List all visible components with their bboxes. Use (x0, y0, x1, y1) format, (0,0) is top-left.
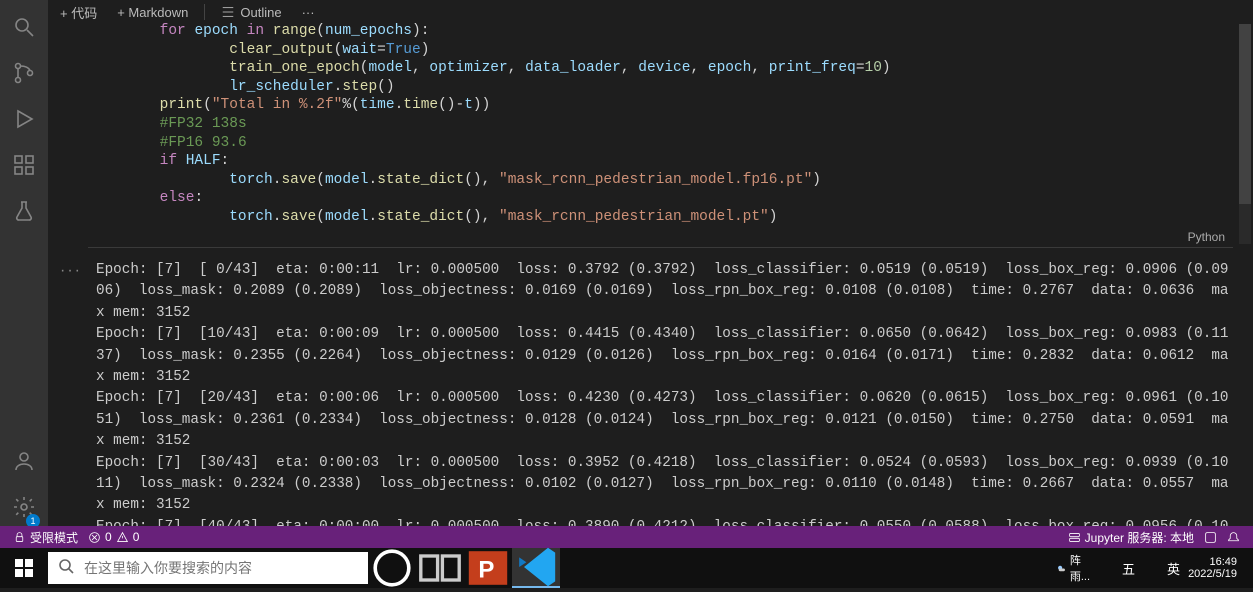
vertical-scrollbar[interactable] (1239, 24, 1251, 244)
settings-gear-icon[interactable]: 1 (0, 484, 48, 530)
code-cell[interactable]: for epoch in range(num_epochs): clear_ou… (90, 22, 1231, 248)
jupyter-server-button[interactable]: Jupyter 服务器: 本地 (1063, 529, 1199, 546)
ime-indicator-2[interactable]: 英 (1167, 559, 1180, 578)
start-button[interactable] (0, 548, 48, 588)
taskbar-search[interactable] (48, 552, 368, 584)
task-view-icon[interactable] (416, 548, 464, 588)
vscode-icon[interactable] (512, 548, 560, 588)
toolbar-separator (204, 4, 205, 20)
cortana-icon[interactable] (368, 548, 416, 588)
add-code-button[interactable]: + 代码 (56, 3, 101, 22)
cell-divider (88, 247, 1233, 248)
restricted-mode-button[interactable]: 受限模式 (8, 529, 83, 546)
search-icon[interactable] (0, 4, 48, 50)
toolbar-more-button[interactable]: ··· (298, 5, 319, 20)
beaker-icon[interactable] (0, 188, 48, 234)
status-bar: 受限模式 0 0 Jupyter 服务器: 本地 (0, 526, 1253, 548)
activity-bar: 1 (0, 0, 48, 530)
add-markdown-button[interactable]: + Markdown (113, 5, 192, 20)
source-control-icon[interactable] (0, 50, 48, 96)
output-text: Epoch: [7] [ 0/43] eta: 0:00:11 lr: 0.00… (96, 260, 1235, 528)
cell-status-icon[interactable] (1199, 531, 1222, 544)
problems-button[interactable]: 0 0 (83, 530, 144, 544)
powerpoint-icon[interactable]: P (464, 548, 512, 588)
ime-indicator-1[interactable]: 五 (1122, 559, 1135, 578)
clock-date: 2022/5/19 (1188, 568, 1237, 580)
search-icon (58, 558, 74, 579)
svg-text:P: P (478, 557, 494, 584)
extensions-icon[interactable] (0, 142, 48, 188)
outline-button[interactable]: Outline (217, 5, 285, 20)
windows-taskbar: P 阵雨... 五 英 16:49 2022/5/19 (0, 548, 1253, 588)
weather-widget[interactable]: 阵雨... (1056, 552, 1090, 584)
cell-output-menu-icon[interactable]: ··· (60, 262, 82, 280)
account-icon[interactable] (0, 438, 48, 484)
task-icons: P (368, 548, 560, 588)
scrollbar-thumb[interactable] (1239, 24, 1251, 204)
search-input[interactable] (84, 560, 358, 576)
clock-time: 16:49 (1188, 556, 1237, 568)
debug-icon[interactable] (0, 96, 48, 142)
notebook-toolbar: + 代码 + Markdown Outline ··· (48, 0, 1253, 24)
cell-output: Epoch: [7] [ 0/43] eta: 0:00:11 lr: 0.00… (96, 260, 1235, 528)
language-tag: Python (1188, 230, 1225, 244)
code-content[interactable]: for epoch in range(num_epochs): clear_ou… (90, 22, 1231, 227)
notifications-icon[interactable] (1222, 531, 1245, 544)
clock[interactable]: 16:49 2022/5/19 (1188, 556, 1237, 580)
system-tray: 阵雨... 五 英 16:49 2022/5/19 (1056, 552, 1253, 584)
